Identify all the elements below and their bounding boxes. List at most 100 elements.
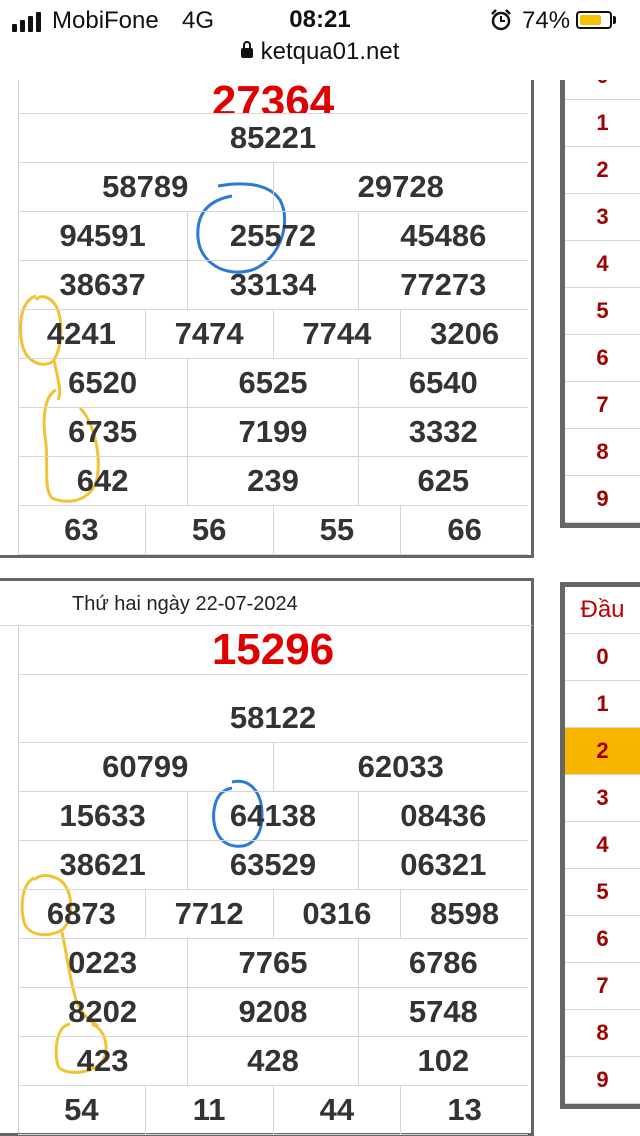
dau-row[interactable]: 4 — [565, 241, 640, 288]
lock-icon — [240, 41, 253, 58]
dau-row[interactable]: 1 — [565, 681, 640, 728]
prize-row: 54 11 44 13 — [18, 1086, 528, 1135]
dau-row[interactable]: 6 — [565, 335, 640, 382]
dau-row[interactable]: 6 — [565, 916, 640, 963]
prize-row: 94591 25572 45486 — [18, 212, 528, 261]
prize-row: 6520 6525 6540 — [18, 359, 528, 408]
prize-number: 3206 — [400, 310, 528, 358]
dau-row[interactable]: 9 — [565, 476, 640, 523]
status-bar: MobiFone 4G 08:21 74% ketqua01.net — [0, 0, 640, 80]
prize-number: 6540 — [357, 359, 528, 407]
prize-row: 642 239 625 — [18, 457, 528, 506]
prize-number: 6520 — [68, 365, 138, 400]
dau-row[interactable]: 8 — [565, 1010, 640, 1057]
date-header: Thứ hai ngày 22-07-2024 — [0, 578, 534, 626]
prize-number: 15633 — [59, 798, 146, 833]
prize-row: 60799 62033 — [18, 743, 528, 792]
special-prize-row: 15296 — [18, 625, 528, 675]
prize-number: 8598 — [400, 890, 528, 938]
prize-number: 6525 — [187, 359, 357, 407]
special-prize-row: 27364 — [18, 80, 528, 114]
prize-number: 102 — [357, 1037, 528, 1085]
dau-row[interactable]: 1 — [565, 100, 640, 147]
prize-number: 33134 — [187, 261, 357, 309]
dau-row[interactable]: 7 — [565, 382, 640, 429]
prize-row: 38637 33134 77273 — [18, 261, 528, 310]
dau-row[interactable]: 5 — [565, 869, 640, 916]
prize-number: 85221 — [229, 120, 317, 155]
dau-row[interactable]: 2 — [565, 728, 640, 775]
prize-number: 5748 — [357, 988, 528, 1036]
row-label-column — [0, 80, 19, 555]
prize-row: 6873 7712 0316 8598 — [18, 890, 528, 939]
url-text: ketqua01.net — [260, 38, 400, 65]
prize-row: 63 56 55 66 — [18, 506, 528, 555]
address-bar[interactable]: ketqua01.net — [0, 38, 640, 66]
prize-number: 13 — [400, 1086, 528, 1134]
dau-row[interactable]: 7 — [565, 963, 640, 1010]
prize-number: 94591 — [59, 218, 146, 253]
prize-number: 642 — [76, 463, 129, 498]
special-prize-number: 15296 — [211, 625, 335, 674]
special-prize-number: 27364 — [211, 80, 335, 114]
prize-number: 7744 — [272, 310, 401, 358]
prize-row: 85221 — [18, 114, 528, 163]
prize-number: 0316 — [272, 890, 401, 938]
prize-number: 625 — [357, 457, 528, 505]
prize-number: 29728 — [272, 163, 529, 211]
dau-row[interactable]: 2 — [565, 147, 640, 194]
prize-row: 58789 29728 — [18, 163, 528, 212]
prize-number: 6786 — [357, 939, 528, 987]
row-label-column — [0, 626, 19, 1133]
prize-row: 8202 9208 5748 — [18, 988, 528, 1037]
prize-number: 7474 — [144, 310, 273, 358]
battery-icon — [576, 11, 612, 29]
prize-number: 239 — [187, 457, 357, 505]
prize-row: 58122 — [18, 694, 528, 743]
prize-number: 0223 — [68, 945, 138, 980]
prize-number: 423 — [76, 1043, 129, 1078]
prize-row: 38621 63529 06321 — [18, 841, 528, 890]
dau-column: Đầu 0 1 2 3 4 5 6 7 8 9 — [560, 582, 640, 1109]
prize-row: 0223 7765 6786 — [18, 939, 528, 988]
prize-number: 08436 — [357, 792, 528, 840]
result-date: Thứ hai ngày 22-07-2024 — [72, 593, 298, 615]
prize-number: 3332 — [357, 408, 528, 456]
prize-number: 4241 — [46, 316, 116, 351]
prize-number: 55 — [272, 506, 401, 554]
prize-number: 7765 — [187, 939, 357, 987]
dau-row[interactable]: 4 — [565, 822, 640, 869]
prize-number: 62033 — [272, 743, 529, 791]
prize-number: 06321 — [357, 841, 528, 889]
dau-row[interactable]: 9 — [565, 1057, 640, 1104]
dau-row[interactable]: 8 — [565, 429, 640, 476]
prize-number: 77273 — [357, 261, 528, 309]
prize-number: 38637 — [59, 267, 146, 302]
prize-number: 9208 — [187, 988, 357, 1036]
prize-number: 11 — [144, 1086, 273, 1134]
prize-number: 44 — [272, 1086, 401, 1134]
prize-number: 64138 — [187, 792, 357, 840]
dau-row[interactable]: 5 — [565, 288, 640, 335]
battery-percent: 74% — [522, 7, 571, 34]
dau-row[interactable]: 3 — [565, 194, 640, 241]
prize-number: 8202 — [68, 994, 138, 1029]
prize-number: 58789 — [102, 169, 189, 204]
dau-header: Đầu — [565, 587, 640, 634]
prize-row: 6735 7199 3332 — [18, 408, 528, 457]
prize-number: 63529 — [187, 841, 357, 889]
dau-column: 0123456789 — [560, 80, 640, 528]
prize-row: 423 428 102 — [18, 1037, 528, 1086]
prize-number: 63 — [64, 512, 99, 547]
prize-number: 45486 — [357, 212, 528, 260]
prize-number: 428 — [187, 1037, 357, 1085]
prize-row: 4241 7474 7744 3206 — [18, 310, 528, 359]
prize-number: 7199 — [187, 408, 357, 456]
prize-number: 6735 — [68, 414, 138, 449]
dau-row[interactable]: 3 — [565, 775, 640, 822]
dau-row[interactable]: 0 — [565, 634, 640, 681]
prize-number: 25572 — [187, 212, 357, 260]
prize-number: 58122 — [229, 700, 317, 735]
prize-row: 15633 64138 08436 — [18, 792, 528, 841]
prize-number: 56 — [144, 506, 273, 554]
